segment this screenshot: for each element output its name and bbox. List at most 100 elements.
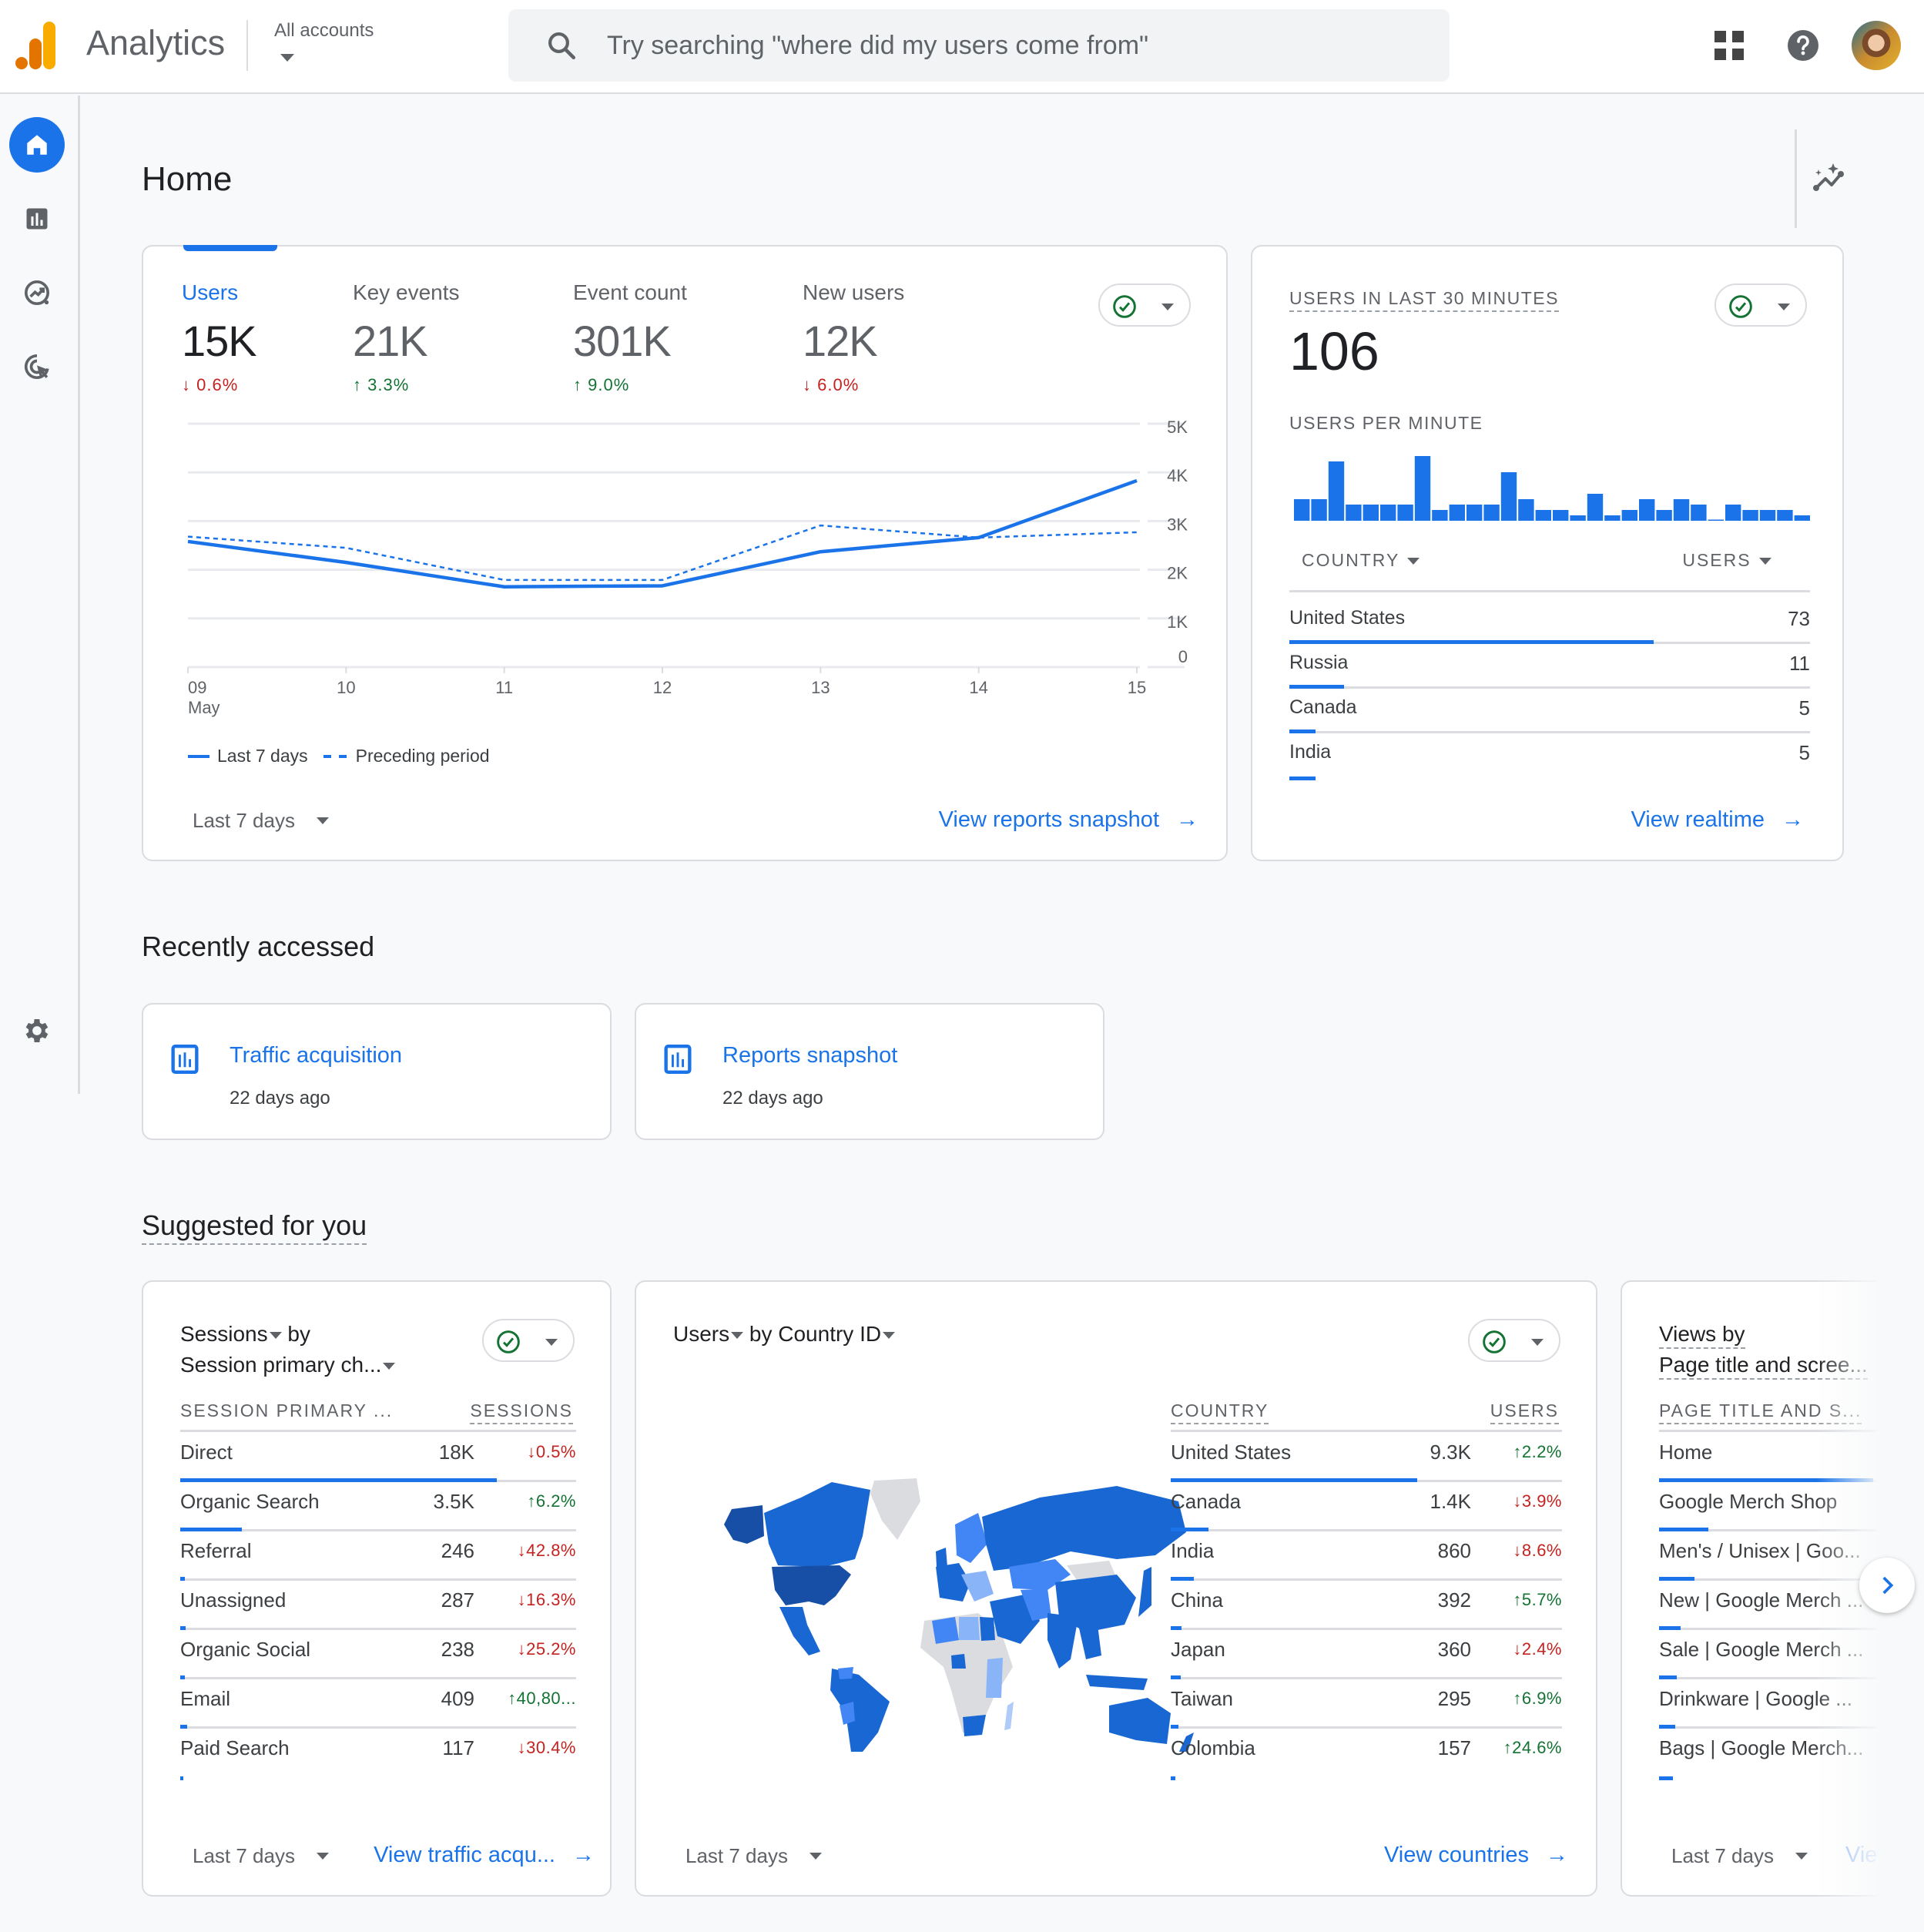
table-row[interactable]: Russia 11 xyxy=(1289,647,1810,689)
data-quality-menu[interactable] xyxy=(1468,1319,1560,1362)
minute-bar[interactable] xyxy=(1535,510,1551,521)
row-label: Japan xyxy=(1171,1638,1225,1661)
minute-bar[interactable] xyxy=(1656,510,1672,521)
view-reports-snapshot-link[interactable]: View reports snapshot → xyxy=(939,807,1198,833)
view-realtime-link[interactable]: View realtime → xyxy=(1631,807,1804,833)
nav-reports[interactable] xyxy=(9,191,65,247)
metric-tab-new-users[interactable]: New users 12K ↓ 6.0% xyxy=(803,280,904,395)
sort-users[interactable]: USERS xyxy=(1682,550,1771,571)
row-share-bar xyxy=(1171,1776,1175,1780)
row-label: Email xyxy=(180,1687,231,1710)
date-range-selector[interactable]: Last 7 days xyxy=(685,1844,822,1868)
apps-grid-icon[interactable] xyxy=(1715,31,1744,60)
metric-selector[interactable]: Sessions xyxy=(180,1322,282,1346)
row-delta: ↓8.6% xyxy=(1513,1541,1562,1560)
minute-bar[interactable] xyxy=(1570,515,1586,521)
nav-admin[interactable] xyxy=(9,1003,65,1058)
row-label: Colombia xyxy=(1171,1736,1255,1759)
minute-bar[interactable] xyxy=(1708,519,1724,522)
table-row[interactable]: Paid Search 117 ↓30.4% xyxy=(180,1732,576,1780)
minute-bar[interactable] xyxy=(1604,515,1621,521)
recent-item-reports-snapshot[interactable]: Reports snapshot 22 days ago xyxy=(635,1003,1104,1140)
data-quality-menu[interactable] xyxy=(482,1319,575,1362)
minute-bar[interactable] xyxy=(1311,499,1327,521)
table-row[interactable]: Direct 18K ↓0.5% xyxy=(180,1436,576,1482)
data-quality-menu[interactable] xyxy=(1098,283,1191,327)
table-row[interactable]: Taiwan 295 ↑6.9% xyxy=(1171,1682,1562,1729)
table-row[interactable]: Organic Social 238 ↓25.2% xyxy=(180,1633,576,1679)
metric-tab-key-events[interactable]: Key events 21K ↑ 3.3% xyxy=(353,280,460,395)
nav-home[interactable] xyxy=(9,117,65,173)
minute-bar[interactable] xyxy=(1553,510,1569,521)
dimension-selector[interactable]: Country ID xyxy=(778,1322,896,1346)
table-row[interactable]: United States 9.3K ↑2.2% xyxy=(1171,1436,1562,1482)
chevron-down-icon xyxy=(1778,304,1790,310)
help-icon[interactable] xyxy=(1787,29,1819,62)
table-row[interactable]: Referral 246 ↓42.8% xyxy=(180,1535,576,1581)
minute-bar[interactable] xyxy=(1294,499,1310,521)
minute-bar[interactable] xyxy=(1397,505,1413,521)
date-range-selector[interactable]: Last 7 days xyxy=(193,809,329,833)
minute-bar[interactable] xyxy=(1621,510,1637,521)
insights-sparkle-icon[interactable] xyxy=(1812,162,1850,193)
minute-bar[interactable] xyxy=(1346,505,1362,521)
user-avatar[interactable] xyxy=(1852,21,1901,70)
minute-bar[interactable] xyxy=(1794,515,1810,521)
minute-bar[interactable] xyxy=(1725,505,1741,521)
account-selector[interactable]: All accounts xyxy=(270,15,401,77)
minute-bar[interactable] xyxy=(1691,505,1707,521)
x-tick-label: 14 xyxy=(969,678,987,697)
table-row[interactable]: Colombia 157 ↑24.6% xyxy=(1171,1732,1562,1780)
recent-item-traffic-acquisition[interactable]: Traffic acquisition 22 days ago xyxy=(142,1003,612,1140)
table-row[interactable]: Unassigned 287 ↓16.3% xyxy=(180,1584,576,1630)
minute-bar[interactable] xyxy=(1639,499,1655,521)
minute-bar[interactable] xyxy=(1380,505,1396,521)
minute-bar[interactable] xyxy=(1414,456,1431,521)
sort-country[interactable]: COUNTRY xyxy=(1302,550,1420,571)
minute-bar[interactable] xyxy=(1328,461,1345,521)
minute-bar[interactable] xyxy=(1432,510,1448,521)
minute-bar[interactable] xyxy=(1500,472,1517,521)
world-map[interactable] xyxy=(716,1467,1209,1752)
view-traffic-acquisition-link[interactable]: View traffic acqu... → xyxy=(374,1843,595,1868)
table-row[interactable]: India 5 xyxy=(1289,736,1810,780)
row-delta: ↑2.2% xyxy=(1513,1442,1562,1461)
view-countries-link[interactable]: View countries → xyxy=(1384,1843,1568,1868)
metric-selector[interactable]: Users xyxy=(673,1322,744,1346)
search-bar[interactable] xyxy=(508,9,1450,82)
table-row[interactable]: United States 73 xyxy=(1289,602,1810,644)
minute-bar[interactable] xyxy=(1449,505,1465,521)
carousel-next-button[interactable] xyxy=(1859,1558,1915,1613)
data-quality-menu[interactable] xyxy=(1715,283,1807,327)
minute-bar[interactable] xyxy=(1759,510,1776,521)
table-row[interactable]: Canada 5 xyxy=(1289,692,1810,733)
minute-bar[interactable] xyxy=(1518,499,1534,521)
date-range-selector[interactable]: Last 7 days xyxy=(1671,1844,1808,1868)
row-label: Google Merch Shop xyxy=(1659,1490,1838,1513)
analytics-logo[interactable] xyxy=(15,22,59,69)
minute-bar[interactable] xyxy=(1777,510,1793,521)
minute-bar[interactable] xyxy=(1466,505,1483,521)
date-range-selector[interactable]: Last 7 days xyxy=(193,1844,329,1868)
minute-bar[interactable] xyxy=(1673,499,1690,521)
nav-advertising[interactable] xyxy=(9,339,65,394)
map-region-bolivia xyxy=(840,1702,855,1725)
minute-bar[interactable] xyxy=(1587,494,1604,521)
minute-bar[interactable] xyxy=(1742,510,1758,521)
table-row[interactable]: Email 409 ↑40,80... xyxy=(180,1682,576,1729)
minute-bar[interactable] xyxy=(1363,505,1379,521)
metric-tab-event-count[interactable]: Event count 301K ↑ 9.0% xyxy=(573,280,687,395)
table-row[interactable]: China 392 ↑5.7% xyxy=(1171,1584,1562,1630)
table-row[interactable]: Japan 360 ↓2.4% xyxy=(1171,1633,1562,1679)
nav-explore[interactable] xyxy=(9,265,65,320)
table-row[interactable]: Canada 1.4K ↓3.9% xyxy=(1171,1485,1562,1531)
minute-bar[interactable] xyxy=(1483,505,1500,521)
metric-selector[interactable]: Views by xyxy=(1659,1322,1745,1349)
search-input[interactable] xyxy=(607,9,1423,82)
table-row[interactable]: Organic Search 3.5K ↑6.2% xyxy=(180,1485,576,1531)
metric-tab-users[interactable]: Users 15K ↓ 0.6% xyxy=(182,280,257,395)
dimension-selector[interactable]: Session primary ch... xyxy=(180,1353,396,1377)
chevron-down-icon xyxy=(545,1339,558,1346)
table-row[interactable]: India 860 ↓8.6% xyxy=(1171,1535,1562,1581)
realtime-card: USERS IN LAST 30 MINUTES 106 USERS PER M… xyxy=(1251,245,1844,861)
